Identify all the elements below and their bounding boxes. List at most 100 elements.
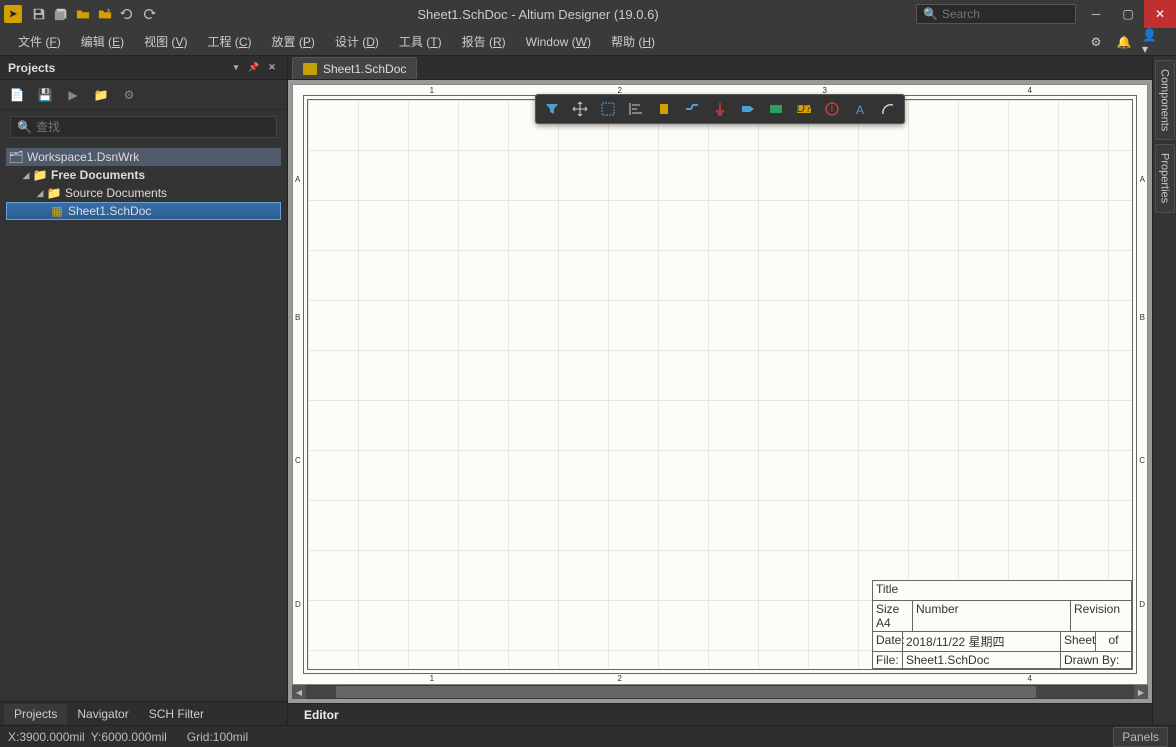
titleblock-number-label: Number: [913, 601, 1071, 631]
folder-in-icon[interactable]: 📁: [92, 86, 110, 104]
port-icon[interactable]: [735, 98, 761, 120]
open-icon[interactable]: [73, 4, 93, 24]
align-icon[interactable]: [623, 98, 649, 120]
projects-panel-header: Projects ▾ 📌 ✕: [0, 56, 287, 80]
tab-sch-filter[interactable]: SCH Filter: [139, 704, 214, 724]
row-ref: D: [1139, 600, 1145, 609]
tab-projects[interactable]: Projects: [4, 704, 67, 724]
app-logo-icon: ➤: [4, 5, 22, 23]
status-coord-y: Y:6000.000mil: [91, 730, 167, 744]
menu-reports[interactable]: 报告 (R): [452, 29, 516, 54]
open-recent-icon[interactable]: [95, 4, 115, 24]
panel-dropdown-icon[interactable]: ▾: [229, 61, 243, 75]
titleblock-date-label: Date:: [873, 632, 903, 651]
window-title: Sheet1.SchDoc - Altium Designer (19.0.6): [160, 7, 916, 22]
component-icon[interactable]: [651, 98, 677, 120]
svg-text:D?: D?: [796, 101, 812, 115]
net-icon[interactable]: [679, 98, 705, 120]
tab-navigator[interactable]: Navigator: [67, 704, 138, 724]
menu-view[interactable]: 视图 (V): [134, 29, 197, 54]
panel-close-icon[interactable]: ✕: [265, 61, 279, 75]
tab-properties[interactable]: Properties: [1155, 144, 1175, 212]
menu-file[interactable]: 文件 (F): [8, 29, 71, 54]
info-icon[interactable]: i: [819, 98, 845, 120]
schematic-sheet[interactable]: 1 2 3 4 1 2 4 A B C D A B C D: [292, 84, 1148, 685]
tree-collapse-icon[interactable]: ◢: [20, 170, 32, 181]
canvas-wrap: D? i A 1 2 3 4 1 2 4 A B: [288, 80, 1152, 703]
user-menu-icon[interactable]: 👤▾: [1142, 32, 1162, 52]
projects-search-wrap: 🔍: [0, 110, 287, 144]
menu-place[interactable]: 放置 (P): [261, 29, 324, 54]
row-ref: C: [1139, 456, 1145, 465]
settings-icon[interactable]: ⚙: [1086, 32, 1106, 52]
projects-search-input[interactable]: [36, 120, 270, 134]
menu-tools[interactable]: 工具 (T): [389, 29, 452, 54]
tab-components[interactable]: Components: [1155, 60, 1175, 140]
row-ref: B: [295, 313, 300, 322]
bus-icon[interactable]: [763, 98, 789, 120]
status-grid: Grid:100mil: [187, 730, 248, 744]
menu-window[interactable]: Window (W): [516, 31, 601, 53]
titleblock-drawn-label: Drawn By:: [1061, 652, 1131, 668]
editor-area: Sheet1.SchDoc D? i A: [288, 56, 1152, 725]
maximize-button[interactable]: ▢: [1112, 0, 1144, 28]
project-settings-icon[interactable]: ⚙: [120, 86, 138, 104]
tree-workspace[interactable]: 🗂 Workspace1.DsnWrk: [6, 148, 281, 166]
save-icon[interactable]: [29, 4, 49, 24]
menu-design[interactable]: 设计 (D): [325, 29, 389, 54]
compile-icon[interactable]: ▶: [64, 86, 82, 104]
schematic-file-icon: ▦: [49, 204, 65, 218]
titlebar-search[interactable]: 🔍: [916, 4, 1076, 24]
row-ref: D: [295, 600, 301, 609]
row-ref: A: [295, 175, 300, 184]
col-ref: 1: [430, 674, 434, 683]
save-all-icon[interactable]: [51, 4, 71, 24]
menu-help[interactable]: 帮助 (H): [601, 29, 665, 54]
doc-tab-label: Sheet1.SchDoc: [323, 62, 406, 76]
editor-bottom-tabs: Editor: [288, 703, 1152, 725]
arc-icon[interactable]: [875, 98, 901, 120]
scroll-left-icon[interactable]: ◀: [292, 685, 306, 699]
menu-project[interactable]: 工程 (C): [197, 29, 261, 54]
titleblock-revision-label: Revision: [1071, 601, 1131, 631]
row-ref: C: [295, 456, 301, 465]
tree-sheet-file[interactable]: ▦ Sheet1.SchDoc: [6, 202, 281, 220]
scroll-thumb[interactable]: [336, 686, 1036, 698]
document-tab-sheet1[interactable]: Sheet1.SchDoc: [292, 57, 417, 79]
tree-collapse-icon[interactable]: ◢: [34, 188, 46, 199]
titleblock-of-label: of: [1096, 632, 1131, 651]
move-icon[interactable]: [567, 98, 593, 120]
filter-icon[interactable]: [539, 98, 565, 120]
col-ref: 2: [618, 674, 622, 683]
tab-editor[interactable]: Editor: [294, 706, 349, 724]
col-ref: 1: [430, 86, 434, 95]
panels-button[interactable]: Panels: [1113, 727, 1168, 747]
power-icon[interactable]: [707, 98, 733, 120]
new-doc-icon[interactable]: 📄: [8, 86, 26, 104]
titlebar-search-input[interactable]: [942, 7, 1069, 21]
menu-bar: 文件 (F) 编辑 (E) 视图 (V) 工程 (C) 放置 (P) 设计 (D…: [0, 28, 1176, 56]
tree-source-documents[interactable]: ◢ 📁 Source Documents: [6, 184, 281, 202]
notifications-icon[interactable]: 🔔: [1114, 32, 1134, 52]
horizontal-scrollbar[interactable]: ◀ ▶: [292, 685, 1148, 699]
status-coord-x: X:3900.000mil: [8, 730, 85, 744]
panel-pin-icon[interactable]: 📌: [247, 61, 261, 75]
tree-free-documents[interactable]: ◢ 📁 Free Documents: [6, 166, 281, 184]
col-ref: 4: [1027, 86, 1031, 95]
text-icon[interactable]: A: [847, 98, 873, 120]
folder-icon: 📁: [46, 186, 62, 200]
scroll-right-icon[interactable]: ▶: [1134, 685, 1148, 699]
folder-icon: 📁: [32, 168, 48, 182]
redo-icon[interactable]: [139, 4, 159, 24]
undo-icon[interactable]: [117, 4, 137, 24]
titleblock-title-label: Title: [873, 581, 1131, 600]
close-button[interactable]: ✕: [1144, 0, 1176, 28]
minimize-button[interactable]: ─: [1080, 0, 1112, 28]
row-ref: A: [1140, 175, 1145, 184]
select-rect-icon[interactable]: [595, 98, 621, 120]
save-project-icon[interactable]: 💾: [36, 86, 54, 104]
designator-icon[interactable]: D?: [791, 98, 817, 120]
title-block: Title Size A4 Number Revision Date: 2018…: [872, 580, 1132, 669]
titleblock-date-value: 2018/11/22 星期四: [903, 632, 1061, 651]
menu-edit[interactable]: 编辑 (E): [71, 29, 134, 54]
